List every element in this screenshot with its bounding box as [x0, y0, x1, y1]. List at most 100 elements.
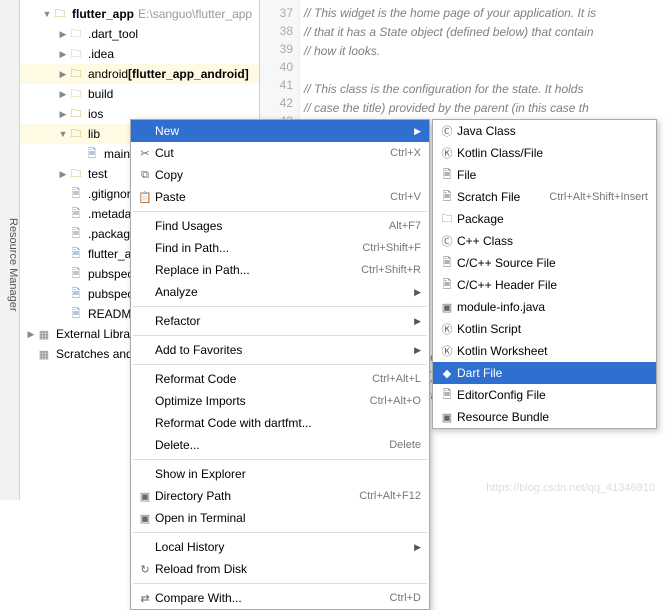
shortcut-hint: Ctrl+D: [390, 592, 421, 604]
file-icon: 🗎: [84, 146, 100, 162]
menu-item[interactable]: 🗎C/C++ Header File: [433, 274, 656, 296]
menu-item-label: Find in Path...: [155, 241, 362, 255]
menu-item[interactable]: Replace in Path...Ctrl+Shift+R: [131, 259, 429, 281]
menu-item[interactable]: ⓀKotlin Class/File: [433, 142, 656, 164]
menu-separator: [133, 364, 427, 365]
menu-item[interactable]: 🗀Package: [433, 208, 656, 230]
menu-item-icon: 🗎: [437, 276, 457, 295]
menu-item[interactable]: ⓀKotlin Script: [433, 318, 656, 340]
menu-item[interactable]: ⒸJava Class: [433, 120, 656, 142]
menu-item[interactable]: ▣Resource Bundle: [433, 406, 656, 428]
menu-item-label: Copy: [155, 168, 421, 182]
tool-window-rail[interactable]: Resource Manager: [0, 0, 20, 500]
menu-item-label: File: [457, 168, 648, 182]
menu-item-label: Resource Bundle: [457, 410, 648, 424]
file-gray-icon: 🗎: [68, 226, 84, 242]
menu-item-label: Delete...: [155, 438, 389, 452]
menu-item[interactable]: Find UsagesAlt+F7: [131, 215, 429, 237]
menu-item-icon: 🗎: [437, 188, 457, 207]
menu-item[interactable]: Reformat CodeCtrl+Alt+L: [131, 368, 429, 390]
submenu-arrow-icon: ▶: [414, 287, 421, 298]
shortcut-hint: Ctrl+Shift+R: [361, 264, 421, 276]
menu-item-icon: ◆: [437, 367, 457, 380]
menu-item[interactable]: ⧉Copy: [131, 164, 429, 186]
menu-item-label: Show in Explorer: [155, 467, 421, 481]
menu-item-label: Find Usages: [155, 219, 389, 233]
folder-dim-icon: 🗀: [68, 46, 84, 62]
menu-item[interactable]: Reformat Code with dartfmt...: [131, 412, 429, 434]
menu-item-icon: ↻: [135, 563, 155, 576]
shortcut-hint: Ctrl+V: [390, 191, 421, 203]
menu-item[interactable]: 🗎File: [433, 164, 656, 186]
menu-item-label: Open in Terminal: [155, 511, 421, 525]
menu-item[interactable]: ⇄Compare With...Ctrl+D: [131, 587, 429, 609]
menu-item[interactable]: Analyze▶: [131, 281, 429, 303]
menu-item-label: Kotlin Worksheet: [457, 344, 648, 358]
folder-icon: 🗀: [68, 106, 84, 122]
shortcut-hint: Delete: [389, 439, 421, 451]
file-icon: 🗎: [68, 286, 84, 302]
menu-item[interactable]: Local History▶: [131, 536, 429, 558]
folder-icon: 🗀: [68, 126, 84, 142]
menu-item-icon: ⧉: [135, 169, 155, 182]
menu-item[interactable]: Delete...Delete: [131, 434, 429, 456]
tree-item[interactable]: ▶🗀android [flutter_app_android]: [20, 64, 259, 84]
menu-item[interactable]: ↻Reload from Disk: [131, 558, 429, 580]
submenu-arrow-icon: ▶: [414, 316, 421, 327]
folder-icon: 🗀: [52, 6, 68, 22]
submenu-arrow-icon: ▶: [414, 345, 421, 356]
menu-item[interactable]: Add to Favorites ▶: [131, 339, 429, 361]
menu-item[interactable]: Find in Path...Ctrl+Shift+F: [131, 237, 429, 259]
tree-item[interactable]: ▶🗀.dart_tool: [20, 24, 259, 44]
menu-item-icon: ▣: [135, 490, 155, 503]
menu-item-label: Reformat Code: [155, 372, 372, 386]
menu-item[interactable]: ⓀKotlin Worksheet: [433, 340, 656, 362]
folder-dim-icon: 🗀: [68, 86, 84, 102]
menu-item[interactable]: 🗎C/C++ Source File: [433, 252, 656, 274]
menu-item[interactable]: 📋PasteCtrl+V: [131, 186, 429, 208]
menu-item-icon: 🗎: [437, 166, 457, 185]
file-gray-icon: 🗎: [68, 206, 84, 222]
menu-item-label: New: [155, 124, 410, 138]
menu-item-label: Reload from Disk: [155, 562, 421, 576]
tree-item[interactable]: ▶🗀.idea: [20, 44, 259, 64]
menu-item-label: Dart File: [457, 366, 648, 380]
menu-item-label: Add to Favorites: [155, 343, 410, 357]
menu-item-label: module-info.java: [457, 300, 648, 314]
file-gray-icon: 🗎: [68, 266, 84, 282]
menu-item[interactable]: ◆Dart File: [433, 362, 656, 384]
new-submenu: ⒸJava ClassⓀKotlin Class/File🗎File🗎Scrat…: [432, 119, 657, 429]
menu-separator: [133, 335, 427, 336]
menu-item-label: EditorConfig File: [457, 388, 648, 402]
menu-item-icon: ▣: [437, 411, 457, 424]
shortcut-hint: Ctrl+X: [390, 147, 421, 159]
menu-separator: [133, 459, 427, 460]
library-icon: ▦: [36, 326, 52, 342]
menu-separator: [133, 211, 427, 212]
tree-item[interactable]: ▶🗀build: [20, 84, 259, 104]
menu-item-icon: 🗀: [437, 210, 457, 229]
menu-item[interactable]: Refactor▶: [131, 310, 429, 332]
menu-item[interactable]: ▣Open in Terminal: [131, 507, 429, 529]
project-root[interactable]: ▼🗀flutter_appE:\sanguo\flutter_app: [20, 4, 259, 24]
menu-item-label: Kotlin Class/File: [457, 146, 648, 160]
menu-item-icon: Ⓚ: [437, 343, 457, 359]
menu-item-label: Package: [457, 212, 648, 226]
menu-item[interactable]: Optimize ImportsCtrl+Alt+O: [131, 390, 429, 412]
menu-item[interactable]: ⒸC++ Class: [433, 230, 656, 252]
shortcut-hint: Alt+F7: [389, 220, 421, 232]
menu-item[interactable]: 🗎EditorConfig File: [433, 384, 656, 406]
menu-item[interactable]: New▶: [131, 120, 429, 142]
menu-item[interactable]: Show in Explorer: [131, 463, 429, 485]
menu-item[interactable]: ✂CutCtrl+X: [131, 142, 429, 164]
menu-item-icon: 📋: [135, 191, 155, 204]
menu-item[interactable]: ▣module-info.java: [433, 296, 656, 318]
menu-item[interactable]: ▣Directory PathCtrl+Alt+F12: [131, 485, 429, 507]
library-icon: ▦: [36, 346, 52, 362]
shortcut-hint: Ctrl+Shift+F: [362, 242, 421, 254]
menu-item-icon: ▣: [135, 512, 155, 525]
menu-item-label: Replace in Path...: [155, 263, 361, 277]
menu-item-icon: Ⓒ: [437, 233, 457, 249]
file-icon: 🗎: [68, 306, 84, 322]
menu-item[interactable]: 🗎Scratch FileCtrl+Alt+Shift+Insert: [433, 186, 656, 208]
